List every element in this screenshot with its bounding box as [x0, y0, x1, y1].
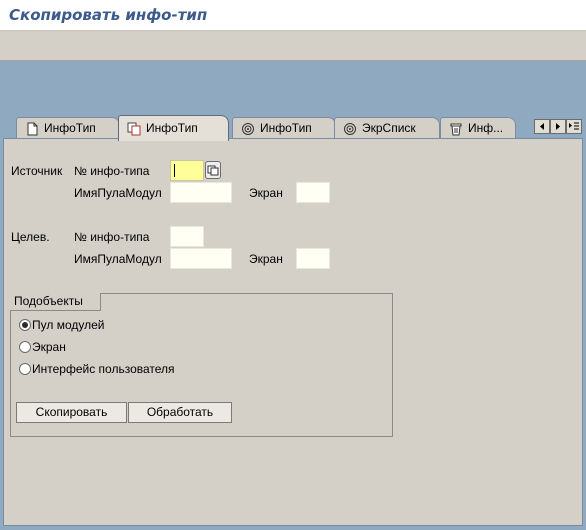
window-title: Скопировать инфо-тип: [9, 6, 208, 24]
text-cursor: [174, 164, 175, 177]
tab-label: ИнфоТип: [260, 121, 312, 135]
target-screen-input[interactable]: [296, 248, 330, 269]
tab-list-button[interactable]: [566, 119, 582, 134]
source-infotype-label: № инфо-типа: [74, 164, 150, 178]
source-label: Источник: [11, 164, 63, 178]
title-bar: Скопировать инфо-тип: [0, 0, 586, 31]
rename-icon: [344, 123, 356, 135]
tab-label: Инф...: [468, 121, 504, 135]
value-help-button[interactable]: [205, 161, 221, 179]
target-module-pool-label: ИмяПулаМодул: [74, 252, 162, 266]
rename-icon: [242, 123, 254, 135]
source-screen-input[interactable]: [296, 182, 330, 203]
tab-label: ЭкрСписк: [362, 121, 416, 135]
tab-create-infotype[interactable]: ИнфоТип: [16, 117, 120, 139]
target-infotype-input[interactable]: [170, 226, 204, 247]
screen-option-label: Экран: [32, 340, 66, 354]
value-help-icon: [207, 165, 219, 176]
user-interface-radio[interactable]: [19, 363, 31, 375]
process-button[interactable]: Обработать: [128, 402, 232, 423]
target-infotype-label: № инфо-типа: [74, 230, 150, 244]
module-pool-option-label: Пул модулей: [32, 318, 105, 332]
target-module-pool-input[interactable]: [170, 248, 232, 269]
scroll-right-icon: [556, 123, 560, 130]
source-screen-label: Экран: [249, 186, 283, 200]
target-label: Целев.: [11, 230, 50, 244]
tab-delete-infotype[interactable]: Инф...: [440, 117, 516, 139]
screen-radio[interactable]: [19, 341, 31, 353]
subobjects-group-title: Подобъекты: [10, 293, 101, 311]
scroll-left-icon: [540, 123, 544, 130]
source-module-pool-label: ИмяПулаМодул: [74, 186, 162, 200]
source-infotype-input[interactable]: [170, 160, 204, 181]
module-pool-radio[interactable]: [19, 319, 31, 331]
tab-list-icon: [569, 122, 579, 130]
tab-label: ИнфоТип: [146, 121, 198, 135]
new-document-icon: [27, 122, 38, 136]
tab-label: ИнфоТип: [44, 121, 96, 135]
tab-scroll-left-button[interactable]: [534, 119, 550, 134]
tab-copy-infotype[interactable]: ИнфоТип: [118, 115, 229, 141]
application-toolbar: [0, 31, 586, 61]
tab-rename-infotype[interactable]: ИнфоТип: [232, 117, 336, 139]
subobjects-title: Подобъекты: [14, 294, 83, 308]
copy-button[interactable]: Скопировать: [16, 402, 127, 423]
target-screen-label: Экран: [249, 252, 283, 266]
copy-icon: [127, 122, 141, 136]
source-module-pool-input[interactable]: [170, 182, 232, 203]
tab-screen-list[interactable]: ЭкрСписк: [334, 117, 440, 139]
user-interface-option-label: Интерфейс пользователя: [32, 362, 175, 376]
delete-icon: [450, 123, 462, 136]
tab-scroll-right-button[interactable]: [550, 119, 566, 134]
